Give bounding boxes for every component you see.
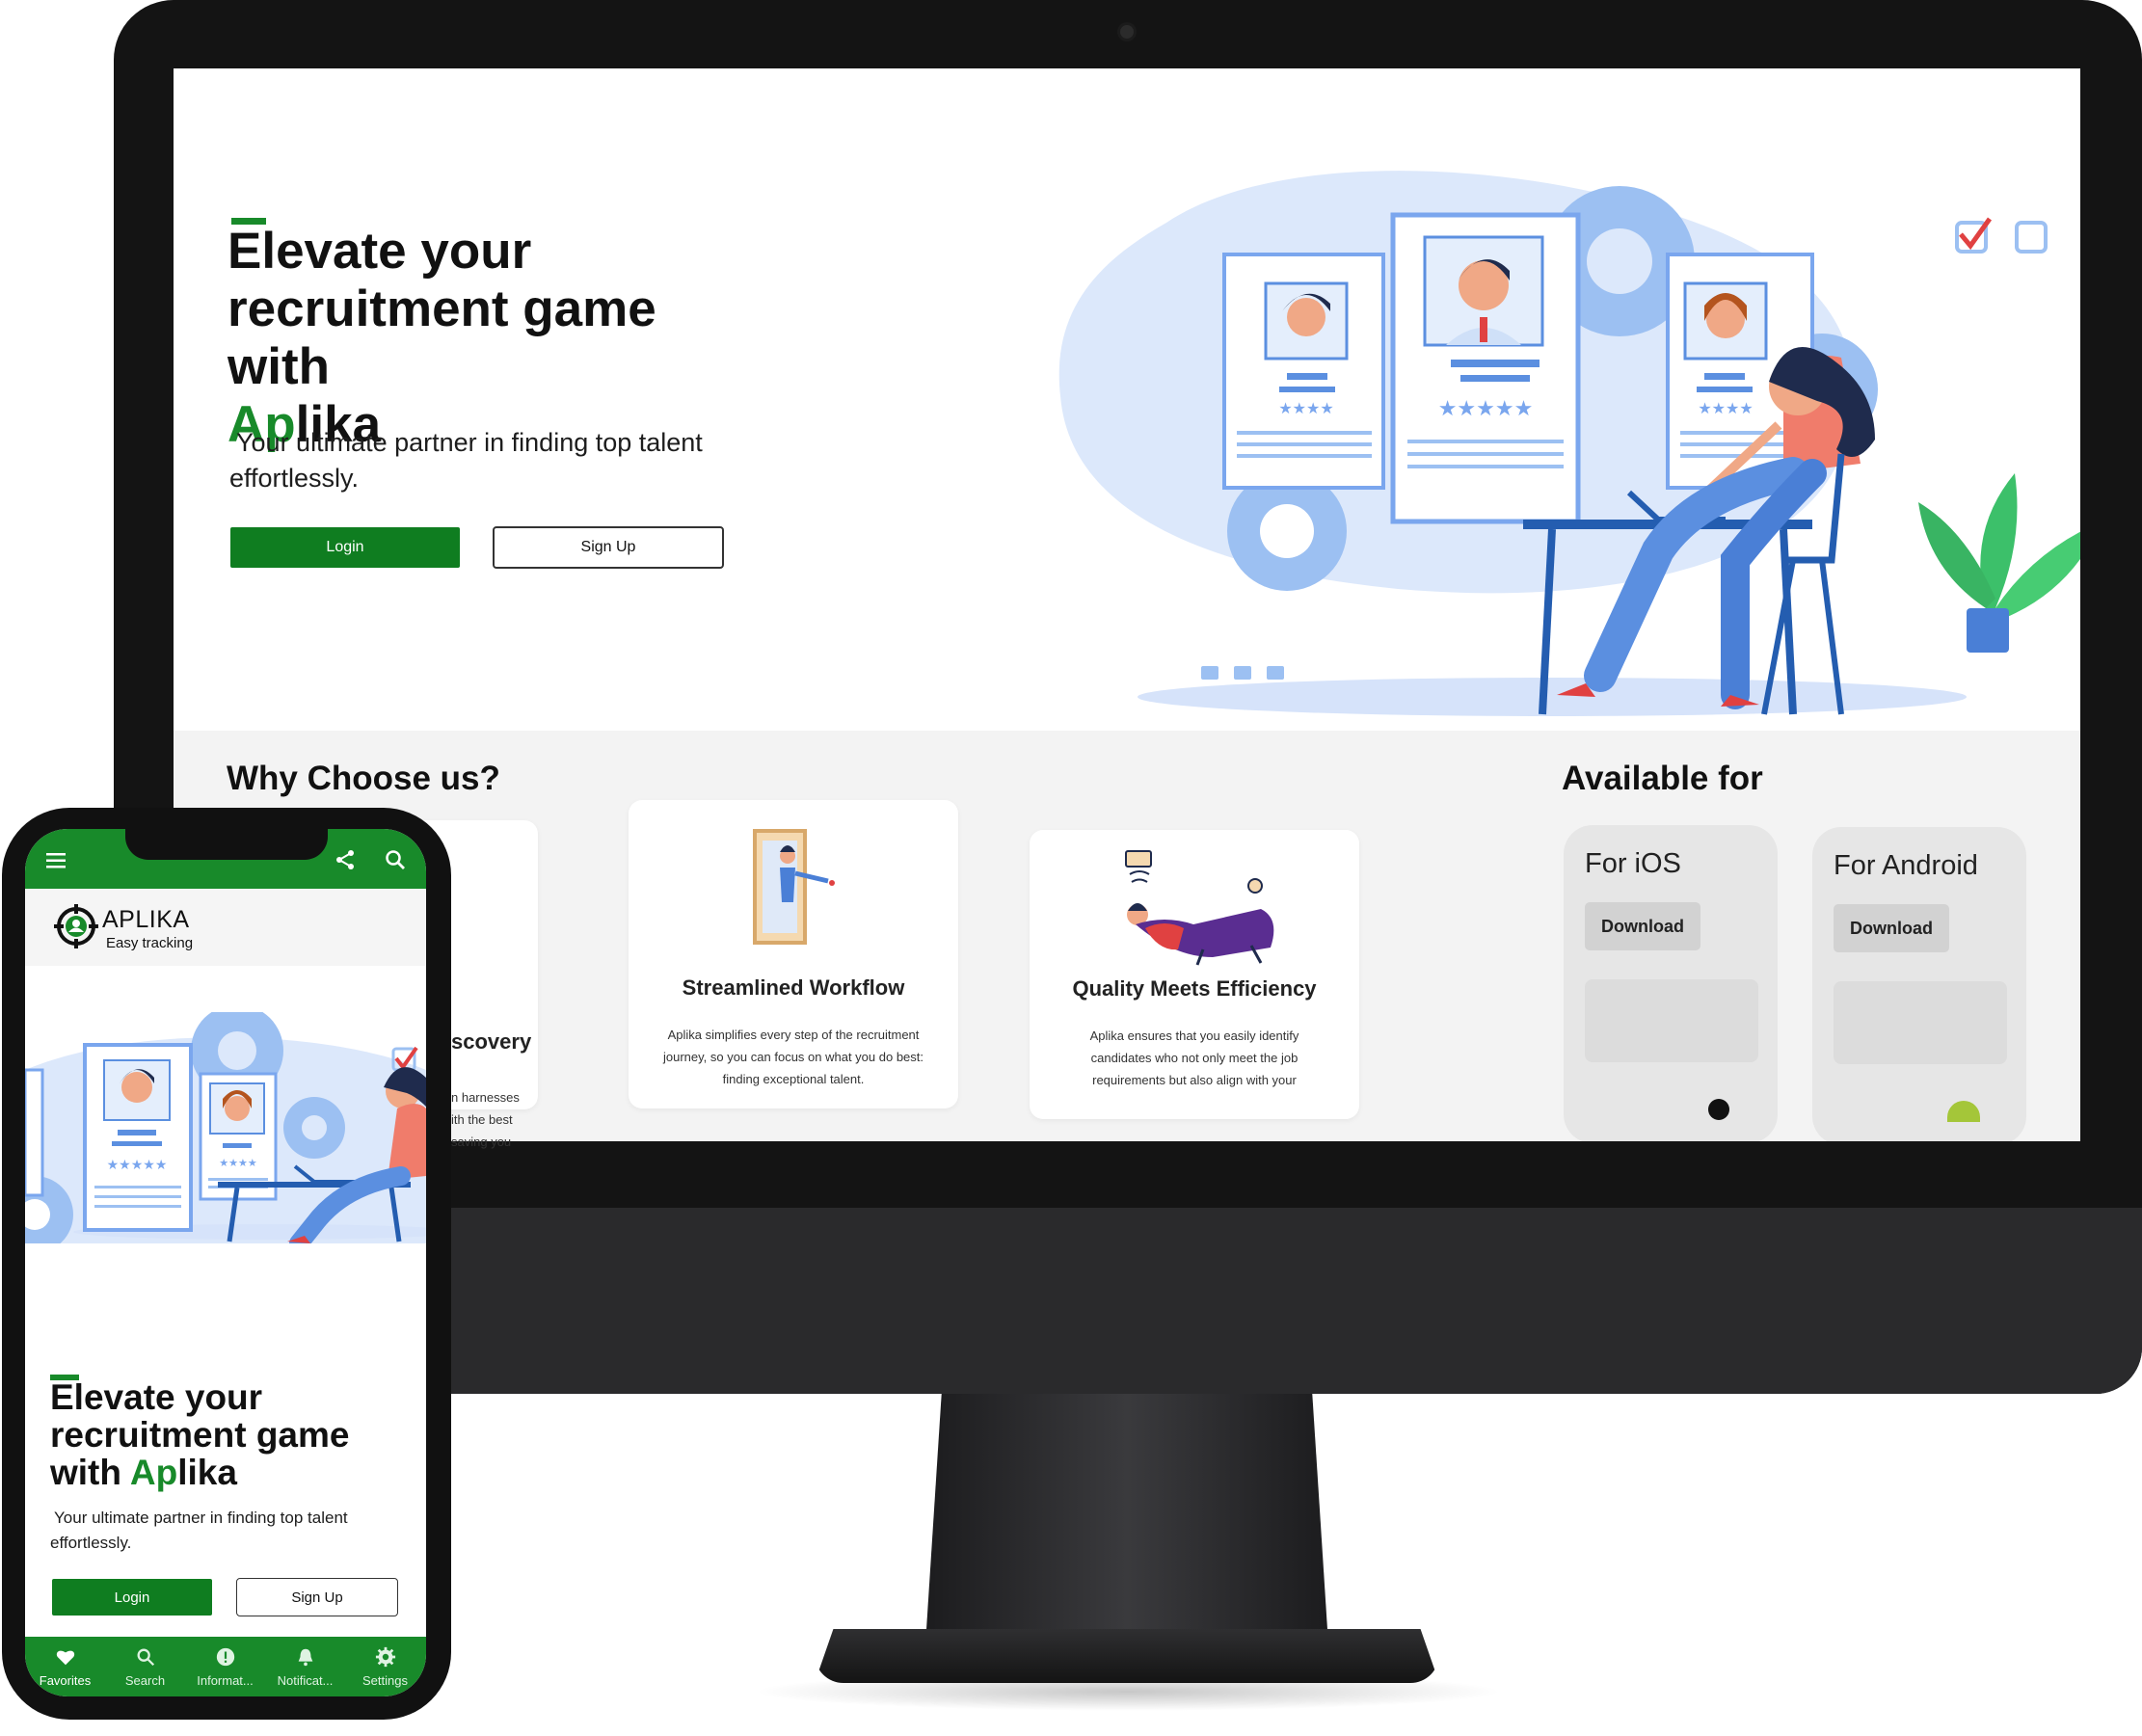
svg-text:★★★★: ★★★★ [219, 1158, 257, 1169]
monitor-stand [925, 1394, 1328, 1644]
apple-icon [1708, 1099, 1729, 1120]
workflow-text: Aplika simplifies every step of the recr… [662, 1028, 924, 1086]
feature-card-quality: Quality Meets Efficiency Aplika ensures … [1030, 830, 1359, 1119]
heart-icon [56, 1650, 75, 1666]
phone-hero-subtitle-line: Your ultimate partner in finding top tal… [54, 1509, 348, 1527]
workflow-title: Streamlined Workflow [682, 975, 905, 1000]
workflow-illustration [753, 829, 835, 945]
search-icon [137, 1648, 155, 1667]
phone-title-prefix: with [50, 1453, 130, 1492]
monitor-stand-base [815, 1629, 1439, 1683]
ios-card: For iOS Download [1564, 825, 1778, 1141]
nav-label: Search [124, 1673, 166, 1688]
discovery-card-text: n harnesses ith the best saving you [451, 1086, 520, 1153]
nav-information[interactable]: Informat... [185, 1637, 265, 1696]
android-download-button[interactable]: Download [1834, 904, 1949, 952]
phone-hero-subtitle: Your ultimate partner in finding top tal… [50, 1506, 407, 1556]
share-icon[interactable] [334, 848, 357, 871]
discovery-card-line: n harnesses [451, 1090, 520, 1105]
svg-text:★★★★★: ★★★★★ [1438, 396, 1534, 420]
ios-qr-placeholder [1585, 979, 1758, 1062]
phone-hero-title: Elevate your recruitment game with Aplik… [50, 1378, 397, 1491]
info-icon [216, 1647, 235, 1667]
quality-title: Quality Meets Efficiency [1072, 976, 1317, 1001]
feature-card-workflow: Streamlined Workflow Aplika simplifies e… [629, 800, 958, 1108]
svg-text:★★★★: ★★★★ [1278, 401, 1333, 417]
login-button[interactable]: Login [230, 527, 460, 568]
nav-search[interactable]: Search [105, 1637, 185, 1696]
hero-subtitle-line: Your ultimate partner in finding top tal… [236, 428, 703, 457]
phone-notch [125, 827, 328, 860]
phone-brand-green-text: Ap [129, 1453, 178, 1492]
aplika-logo-icon [54, 904, 98, 948]
phone-signup-button[interactable]: Sign Up [236, 1578, 398, 1616]
ios-download-button[interactable]: Download [1585, 902, 1700, 950]
why-choose-section: Why Choose us? Streamlined Workflow Apli… [174, 731, 2080, 1141]
android-qr-placeholder [1834, 981, 2007, 1064]
phone-screen: APLIKA Easy tracking ★★★★★ ★★★★ Elevate … [25, 829, 426, 1696]
desktop-screen: Elevate your recruitment game with Aplik… [174, 68, 2080, 1141]
nav-label: Notificat... [277, 1673, 334, 1688]
why-heading: Why Choose us? [227, 760, 500, 797]
phone-login-button[interactable]: Login [52, 1579, 212, 1616]
camera-icon [1120, 25, 1134, 39]
nav-label: Settings [362, 1673, 408, 1688]
discovery-card-line: saving you [451, 1135, 512, 1149]
nav-label: Informat... [197, 1673, 254, 1688]
hero-subtitle: Your ultimate partner in finding top tal… [229, 425, 750, 496]
hero-subtitle-line: effortlessly. [229, 464, 360, 493]
quality-illustration [1125, 850, 1274, 966]
menu-icon[interactable] [46, 852, 67, 869]
phone-hero-title-brand: with Aplika [50, 1454, 397, 1491]
recruitment-illustration: ★★★★ ★★★★ ★★★★★ [1058, 171, 2080, 716]
available-heading: Available for [1562, 760, 1763, 797]
quality-text: Aplika ensures that you easily identify … [1089, 1028, 1299, 1087]
hero-title-line: recruitment game with [228, 280, 656, 395]
android-icon [1947, 1101, 1980, 1122]
bottom-nav: Favorites Search Informat... Notificat..… [25, 1637, 426, 1696]
svg-text:★★★★★: ★★★★★ [107, 1157, 168, 1172]
logo-name: APLIKA [102, 906, 190, 933]
phone-hero-subtitle-line: effortlessly. [50, 1534, 132, 1552]
phone-hero-title-line: Elevate your [50, 1377, 263, 1417]
phone-brand-rest-text: lika [177, 1453, 237, 1492]
hero-title-line: Elevate your [228, 223, 532, 280]
discovery-card-line: ith the best [451, 1112, 513, 1127]
logo-bar: APLIKA Easy tracking [25, 889, 426, 966]
gear-icon [375, 1646, 396, 1668]
phone-recruitment-illustration: ★★★★★ ★★★★ [25, 1012, 426, 1243]
hero-title: Elevate your recruitment game with Aplik… [228, 223, 767, 454]
nav-settings[interactable]: Settings [345, 1637, 425, 1696]
signup-button[interactable]: Sign Up [493, 526, 724, 569]
logo-tagline: Easy tracking [106, 935, 194, 951]
nav-notifications[interactable]: Notificat... [265, 1637, 345, 1696]
bell-icon [298, 1648, 313, 1667]
android-title: For Android [1834, 850, 1978, 881]
ios-title: For iOS [1585, 848, 1681, 879]
discovery-card-title: scovery [451, 1029, 532, 1054]
search-icon[interactable] [384, 848, 407, 871]
android-card: For Android Download [1812, 827, 2026, 1141]
nav-favorites[interactable]: Favorites [25, 1637, 105, 1696]
svg-text:★★★★: ★★★★ [1698, 401, 1753, 417]
phone-hero-title-line: recruitment game [50, 1415, 350, 1455]
nav-label: Favorites [39, 1673, 92, 1688]
